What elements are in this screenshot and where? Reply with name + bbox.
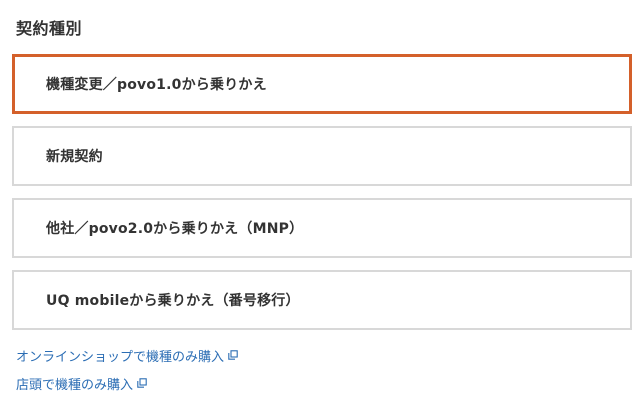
option-label: 新規契約: [46, 149, 103, 165]
online-shop-device-only-link[interactable]: オンラインショップで機種のみ購入: [16, 346, 238, 365]
option-uq-mobile-transfer[interactable]: UQ mobileから乗りかえ（番号移行）: [12, 270, 632, 330]
option-mnp-transfer[interactable]: 他社／povo2.0から乗りかえ（MNP）: [12, 198, 632, 258]
option-model-change[interactable]: 機種変更／povo1.0から乗りかえ: [12, 54, 632, 114]
external-link-icon: [228, 350, 238, 360]
contract-type-heading: 契約種別: [16, 19, 83, 38]
purchase-links: オンラインショップで機種のみ購入 店頭で機種のみ購入: [16, 346, 238, 402]
option-label: UQ mobileから乗りかえ（番号移行）: [46, 293, 300, 309]
option-label: 機種変更／povo1.0から乗りかえ: [46, 77, 267, 93]
option-label: 他社／povo2.0から乗りかえ（MNP）: [46, 221, 304, 237]
link-label: 店頭で機種のみ購入: [16, 377, 134, 393]
store-device-only-link[interactable]: 店頭で機種のみ購入: [16, 374, 238, 393]
option-new-contract[interactable]: 新規契約: [12, 126, 632, 186]
contract-type-options: 機種変更／povo1.0から乗りかえ 新規契約 他社／povo2.0から乗りかえ…: [12, 54, 632, 342]
external-link-icon: [137, 378, 147, 388]
link-label: オンラインショップで機種のみ購入: [16, 349, 225, 365]
